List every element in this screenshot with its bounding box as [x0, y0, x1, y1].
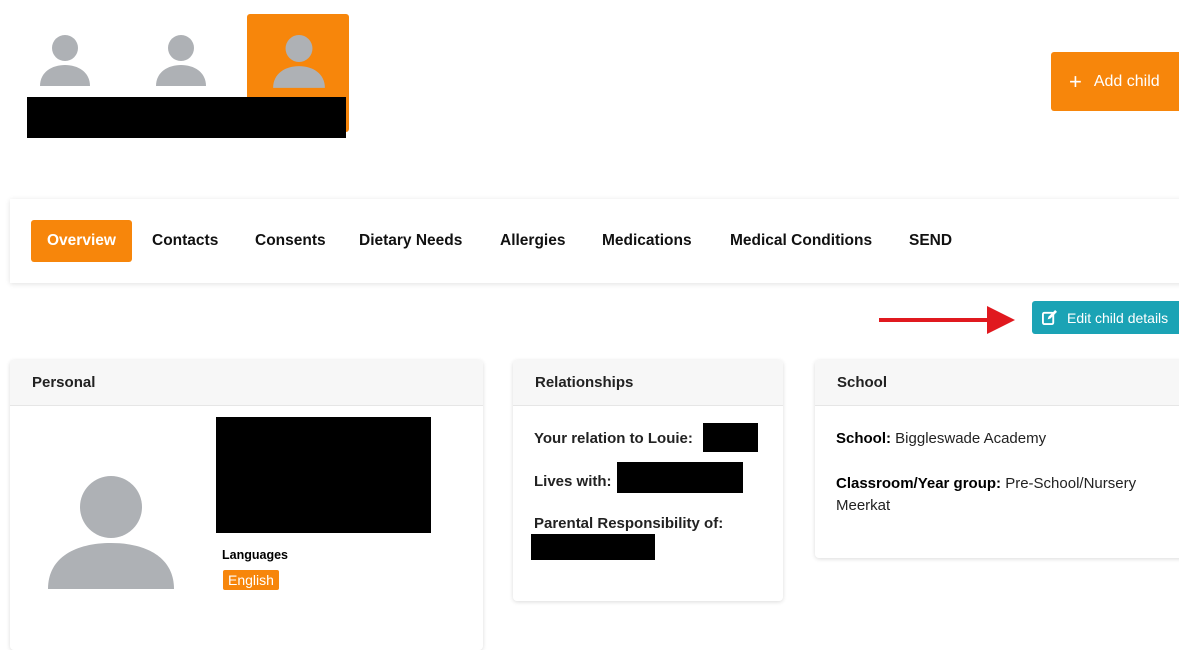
tab-overview[interactable]: Overview: [31, 220, 132, 262]
redacted-personal-details: [216, 417, 431, 533]
tab-send[interactable]: SEND: [909, 220, 952, 262]
language-badge: English: [223, 570, 279, 590]
add-child-label: Add child: [1093, 72, 1160, 90]
red-arrow-annotation: [879, 306, 1015, 334]
school-label: School:: [836, 430, 891, 447]
user-icon: [273, 35, 325, 88]
classroom-label: Classroom/Year group:: [836, 475, 1002, 492]
school-card: School: [815, 360, 1179, 558]
classroom-field: Classroom/Year group: Pre-School/Nursery…: [836, 473, 1171, 517]
relation-label: Your relation to Louie:: [534, 430, 693, 447]
parental-responsibility-label: Parental Responsibility of:: [534, 515, 724, 532]
user-icon: [40, 35, 90, 86]
relationships-card-title: Relationships: [513, 360, 783, 406]
redacted-parental-responsibility: [531, 534, 655, 560]
school-field: School: Biggleswade Academy: [836, 430, 1046, 447]
redacted-child-name: [27, 97, 346, 138]
add-child-button[interactable]: + Add child: [1051, 52, 1179, 111]
tab-dietary-needs[interactable]: Dietary Needs: [359, 220, 462, 262]
edit-icon: [1042, 310, 1057, 325]
child-avatar-icon: [48, 476, 174, 589]
personal-card-title: Personal: [10, 360, 483, 406]
tab-contacts[interactable]: Contacts: [152, 220, 218, 262]
edit-child-details-label: Edit child details: [1067, 309, 1169, 326]
tab-consents[interactable]: Consents: [255, 220, 326, 262]
plus-icon: +: [1069, 68, 1082, 94]
tab-medications[interactable]: Medications: [602, 220, 692, 262]
school-value: Biggleswade Academy: [895, 430, 1047, 447]
tab-bar: Overview Contacts Consents Dietary Needs…: [10, 199, 1179, 283]
lives-with-label: Lives with:: [534, 473, 612, 490]
redacted-relation: [703, 423, 758, 452]
redacted-lives-with: [617, 462, 743, 493]
school-card-title: School: [815, 360, 1179, 406]
edit-child-details-button[interactable]: Edit child details: [1032, 301, 1179, 334]
tab-medical-conditions[interactable]: Medical Conditions: [730, 220, 872, 262]
languages-label: Languages: [222, 548, 288, 562]
user-icon: [156, 35, 206, 86]
tab-allergies[interactable]: Allergies: [500, 220, 565, 262]
